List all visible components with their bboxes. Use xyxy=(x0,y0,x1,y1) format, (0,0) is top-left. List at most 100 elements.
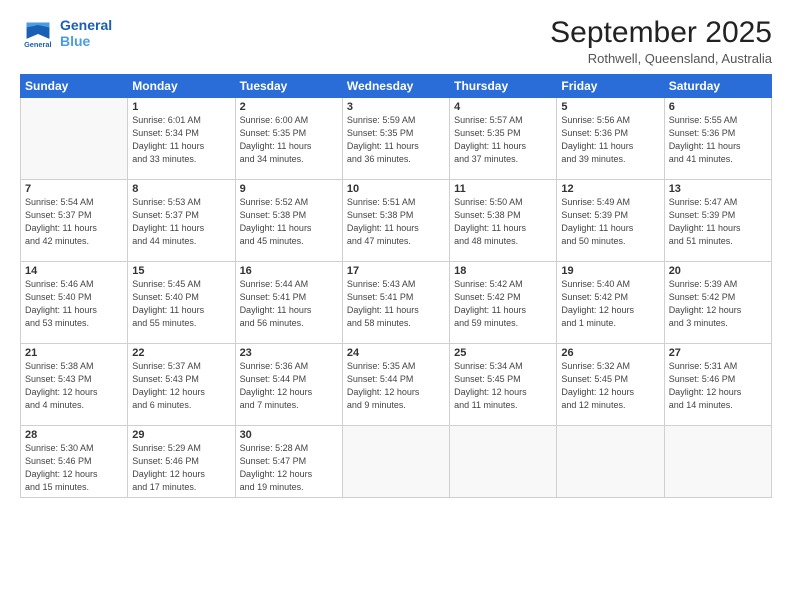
cell-week5-day1: 29Sunrise: 5:29 AMSunset: 5:46 PMDayligh… xyxy=(128,426,235,498)
day-info: Sunrise: 6:00 AMSunset: 5:35 PMDaylight:… xyxy=(240,114,338,166)
day-number: 22 xyxy=(132,347,230,359)
day-info: Sunrise: 5:30 AMSunset: 5:46 PMDaylight:… xyxy=(25,442,123,494)
calendar-table: Sunday Monday Tuesday Wednesday Thursday… xyxy=(20,74,772,498)
cell-week5-day4 xyxy=(450,426,557,498)
day-number: 12 xyxy=(561,183,659,195)
location-subtitle: Rothwell, Queensland, Australia xyxy=(550,51,772,66)
header: General General Blue September 2025 Roth… xyxy=(20,16,772,66)
day-number: 18 xyxy=(454,265,552,277)
day-number: 4 xyxy=(454,101,552,113)
cell-week2-day2: 9Sunrise: 5:52 AMSunset: 5:38 PMDaylight… xyxy=(235,180,342,262)
cell-week4-day4: 25Sunrise: 5:34 AMSunset: 5:45 PMDayligh… xyxy=(450,344,557,426)
cell-week3-day6: 20Sunrise: 5:39 AMSunset: 5:42 PMDayligh… xyxy=(664,262,771,344)
day-info: Sunrise: 5:43 AMSunset: 5:41 PMDaylight:… xyxy=(347,278,445,330)
cell-week4-day6: 27Sunrise: 5:31 AMSunset: 5:46 PMDayligh… xyxy=(664,344,771,426)
month-title: September 2025 xyxy=(550,16,772,49)
day-info: Sunrise: 5:44 AMSunset: 5:41 PMDaylight:… xyxy=(240,278,338,330)
week-row-2: 7Sunrise: 5:54 AMSunset: 5:37 PMDaylight… xyxy=(21,180,772,262)
day-info: Sunrise: 5:54 AMSunset: 5:37 PMDaylight:… xyxy=(25,196,123,248)
cell-week3-day2: 16Sunrise: 5:44 AMSunset: 5:41 PMDayligh… xyxy=(235,262,342,344)
day-number: 6 xyxy=(669,101,767,113)
col-wednesday: Wednesday xyxy=(342,75,449,98)
day-number: 15 xyxy=(132,265,230,277)
day-number: 7 xyxy=(25,183,123,195)
day-number: 28 xyxy=(25,429,123,441)
day-info: Sunrise: 5:36 AMSunset: 5:44 PMDaylight:… xyxy=(240,360,338,412)
col-monday: Monday xyxy=(128,75,235,98)
day-number: 19 xyxy=(561,265,659,277)
cell-week2-day6: 13Sunrise: 5:47 AMSunset: 5:39 PMDayligh… xyxy=(664,180,771,262)
day-number: 3 xyxy=(347,101,445,113)
day-number: 29 xyxy=(132,429,230,441)
cell-week3-day5: 19Sunrise: 5:40 AMSunset: 5:42 PMDayligh… xyxy=(557,262,664,344)
logo-icon: General xyxy=(20,16,56,52)
day-number: 20 xyxy=(669,265,767,277)
day-info: Sunrise: 5:34 AMSunset: 5:45 PMDaylight:… xyxy=(454,360,552,412)
day-info: Sunrise: 5:50 AMSunset: 5:38 PMDaylight:… xyxy=(454,196,552,248)
cell-week1-day4: 4Sunrise: 5:57 AMSunset: 5:35 PMDaylight… xyxy=(450,98,557,180)
day-number: 30 xyxy=(240,429,338,441)
cell-week1-day1: 1Sunrise: 6:01 AMSunset: 5:34 PMDaylight… xyxy=(128,98,235,180)
cell-week5-day2: 30Sunrise: 5:28 AMSunset: 5:47 PMDayligh… xyxy=(235,426,342,498)
cell-week1-day2: 2Sunrise: 6:00 AMSunset: 5:35 PMDaylight… xyxy=(235,98,342,180)
cell-week5-day5 xyxy=(557,426,664,498)
cell-week1-day5: 5Sunrise: 5:56 AMSunset: 5:36 PMDaylight… xyxy=(557,98,664,180)
day-number: 25 xyxy=(454,347,552,359)
week-row-5: 28Sunrise: 5:30 AMSunset: 5:46 PMDayligh… xyxy=(21,426,772,498)
col-tuesday: Tuesday xyxy=(235,75,342,98)
week-row-1: 1Sunrise: 6:01 AMSunset: 5:34 PMDaylight… xyxy=(21,98,772,180)
day-info: Sunrise: 5:47 AMSunset: 5:39 PMDaylight:… xyxy=(669,196,767,248)
day-info: Sunrise: 5:46 AMSunset: 5:40 PMDaylight:… xyxy=(25,278,123,330)
cell-week1-day3: 3Sunrise: 5:59 AMSunset: 5:35 PMDaylight… xyxy=(342,98,449,180)
week-row-3: 14Sunrise: 5:46 AMSunset: 5:40 PMDayligh… xyxy=(21,262,772,344)
cell-week2-day4: 11Sunrise: 5:50 AMSunset: 5:38 PMDayligh… xyxy=(450,180,557,262)
day-number: 8 xyxy=(132,183,230,195)
day-info: Sunrise: 5:29 AMSunset: 5:46 PMDaylight:… xyxy=(132,442,230,494)
day-number: 9 xyxy=(240,183,338,195)
day-info: Sunrise: 5:49 AMSunset: 5:39 PMDaylight:… xyxy=(561,196,659,248)
cell-week4-day2: 23Sunrise: 5:36 AMSunset: 5:44 PMDayligh… xyxy=(235,344,342,426)
logo: General General Blue xyxy=(20,16,112,52)
svg-text:General: General xyxy=(24,40,51,49)
day-info: Sunrise: 5:45 AMSunset: 5:40 PMDaylight:… xyxy=(132,278,230,330)
col-thursday: Thursday xyxy=(450,75,557,98)
day-info: Sunrise: 5:55 AMSunset: 5:36 PMDaylight:… xyxy=(669,114,767,166)
day-number: 21 xyxy=(25,347,123,359)
day-info: Sunrise: 5:56 AMSunset: 5:36 PMDaylight:… xyxy=(561,114,659,166)
day-number: 2 xyxy=(240,101,338,113)
col-saturday: Saturday xyxy=(664,75,771,98)
day-info: Sunrise: 5:42 AMSunset: 5:42 PMDaylight:… xyxy=(454,278,552,330)
cell-week2-day5: 12Sunrise: 5:49 AMSunset: 5:39 PMDayligh… xyxy=(557,180,664,262)
day-info: Sunrise: 5:57 AMSunset: 5:35 PMDaylight:… xyxy=(454,114,552,166)
day-info: Sunrise: 5:32 AMSunset: 5:45 PMDaylight:… xyxy=(561,360,659,412)
cell-week5-day0: 28Sunrise: 5:30 AMSunset: 5:46 PMDayligh… xyxy=(21,426,128,498)
cell-week3-day1: 15Sunrise: 5:45 AMSunset: 5:40 PMDayligh… xyxy=(128,262,235,344)
col-friday: Friday xyxy=(557,75,664,98)
page: General General Blue September 2025 Roth… xyxy=(0,0,792,612)
day-number: 13 xyxy=(669,183,767,195)
cell-week4-day1: 22Sunrise: 5:37 AMSunset: 5:43 PMDayligh… xyxy=(128,344,235,426)
calendar-header-row: Sunday Monday Tuesday Wednesday Thursday… xyxy=(21,75,772,98)
day-info: Sunrise: 5:59 AMSunset: 5:35 PMDaylight:… xyxy=(347,114,445,166)
day-number: 1 xyxy=(132,101,230,113)
day-number: 11 xyxy=(454,183,552,195)
day-info: Sunrise: 5:51 AMSunset: 5:38 PMDaylight:… xyxy=(347,196,445,248)
cell-week2-day3: 10Sunrise: 5:51 AMSunset: 5:38 PMDayligh… xyxy=(342,180,449,262)
cell-week4-day0: 21Sunrise: 5:38 AMSunset: 5:43 PMDayligh… xyxy=(21,344,128,426)
col-sunday: Sunday xyxy=(21,75,128,98)
cell-week5-day3 xyxy=(342,426,449,498)
day-info: Sunrise: 5:53 AMSunset: 5:37 PMDaylight:… xyxy=(132,196,230,248)
cell-week1-day6: 6Sunrise: 5:55 AMSunset: 5:36 PMDaylight… xyxy=(664,98,771,180)
cell-week4-day5: 26Sunrise: 5:32 AMSunset: 5:45 PMDayligh… xyxy=(557,344,664,426)
logo-text: General Blue xyxy=(60,18,112,51)
day-info: Sunrise: 5:28 AMSunset: 5:47 PMDaylight:… xyxy=(240,442,338,494)
day-number: 26 xyxy=(561,347,659,359)
title-block: September 2025 Rothwell, Queensland, Aus… xyxy=(550,16,772,66)
cell-week1-day0 xyxy=(21,98,128,180)
day-number: 14 xyxy=(25,265,123,277)
day-number: 27 xyxy=(669,347,767,359)
day-info: Sunrise: 5:40 AMSunset: 5:42 PMDaylight:… xyxy=(561,278,659,330)
day-info: Sunrise: 5:35 AMSunset: 5:44 PMDaylight:… xyxy=(347,360,445,412)
week-row-4: 21Sunrise: 5:38 AMSunset: 5:43 PMDayligh… xyxy=(21,344,772,426)
day-number: 23 xyxy=(240,347,338,359)
